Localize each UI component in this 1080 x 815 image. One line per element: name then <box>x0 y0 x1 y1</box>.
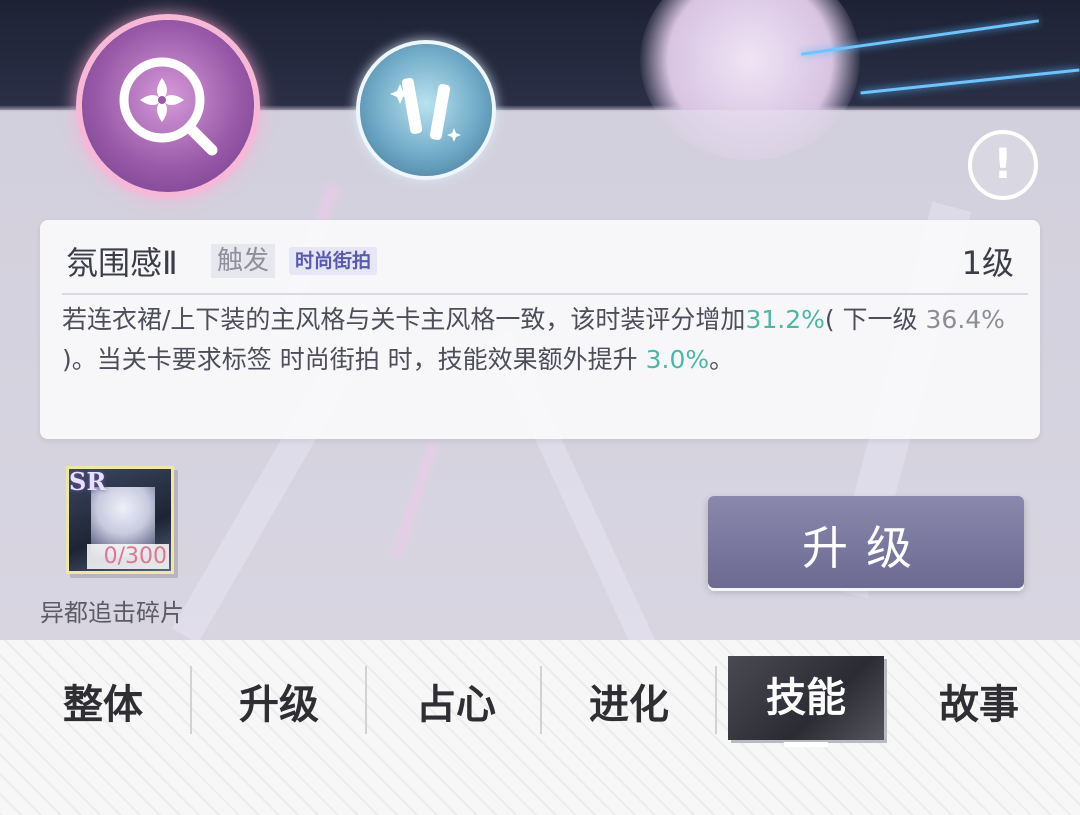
style-tag: 时尚街拍 <box>289 247 378 275</box>
upgrade-button[interactable]: 升级 <box>708 496 1024 588</box>
info-button[interactable]: ! <box>968 130 1038 200</box>
tab-upgrade[interactable]: 升级 <box>192 675 366 735</box>
tab-label: 整体 <box>63 681 143 728</box>
divider <box>62 293 1028 295</box>
tab-separator <box>715 666 717 734</box>
active-tab-indicator <box>784 742 828 747</box>
exclamation-icon: ! <box>993 139 1013 188</box>
tab-label: 技能 <box>766 674 846 721</box>
skill-level: 1级 <box>961 244 1014 282</box>
tab-story[interactable]: 故事 <box>892 675 1066 735</box>
tab-skills[interactable]: 技能 <box>728 656 884 747</box>
batons-icon <box>390 78 461 142</box>
tab-label: 进化 <box>589 681 669 728</box>
trigger-tag: 触发 <box>211 244 276 278</box>
tab-label: 升级 <box>239 681 319 728</box>
tab-bar: 整体 升级 占心 进化 技能 故事 <box>0 640 1080 815</box>
skill-name: 氛围感Ⅱ <box>66 244 178 282</box>
flower-magnifier-icon <box>119 57 218 156</box>
background-neon-line <box>860 68 1080 95</box>
rarity-badge: SR <box>69 467 107 496</box>
skill-description-card: 氛围感Ⅱ 触发 时尚街拍 1级 若连衣裙/上下装的主风格与关卡主风格一致，该时装… <box>40 220 1040 439</box>
desc-text-part: ) <box>62 345 72 374</box>
bonus-value: 31.2% <box>745 305 825 334</box>
desc-text-part: 。当关卡要求标签 时尚街拍 时，技能效果额外提升 <box>71 345 646 374</box>
skill-icon-selected[interactable] <box>82 20 254 192</box>
shard-item[interactable]: SR 0/300 <box>66 466 174 574</box>
tab-label: 占心 <box>416 681 496 728</box>
skill-icon[interactable] <box>360 44 492 176</box>
shard-name: 异都追击碎片 <box>40 599 184 627</box>
extra-bonus-value: 3.0% <box>645 345 710 374</box>
tab-overall[interactable]: 整体 <box>16 675 190 735</box>
desc-text-part: 。 <box>709 345 735 374</box>
upgrade-button-label: 升级 <box>802 521 930 575</box>
tab-heart[interactable]: 占心 <box>369 675 543 735</box>
next-level-value: 36.4% <box>925 305 1005 334</box>
tab-separator <box>365 666 367 734</box>
shard-count: 0/300 <box>87 544 169 569</box>
desc-text-part: 若连衣裙/上下装的主风格与关卡主风格一致，该时装评分增加 <box>62 305 746 334</box>
tab-evolve[interactable]: 进化 <box>542 675 716 735</box>
tab-label: 故事 <box>939 681 1019 728</box>
skill-description: 若连衣裙/上下装的主风格与关卡主风格一致，该时装评分增加31.2%( 下一级 3… <box>62 300 1022 380</box>
desc-text-part: ( 下一级 <box>824 305 926 334</box>
